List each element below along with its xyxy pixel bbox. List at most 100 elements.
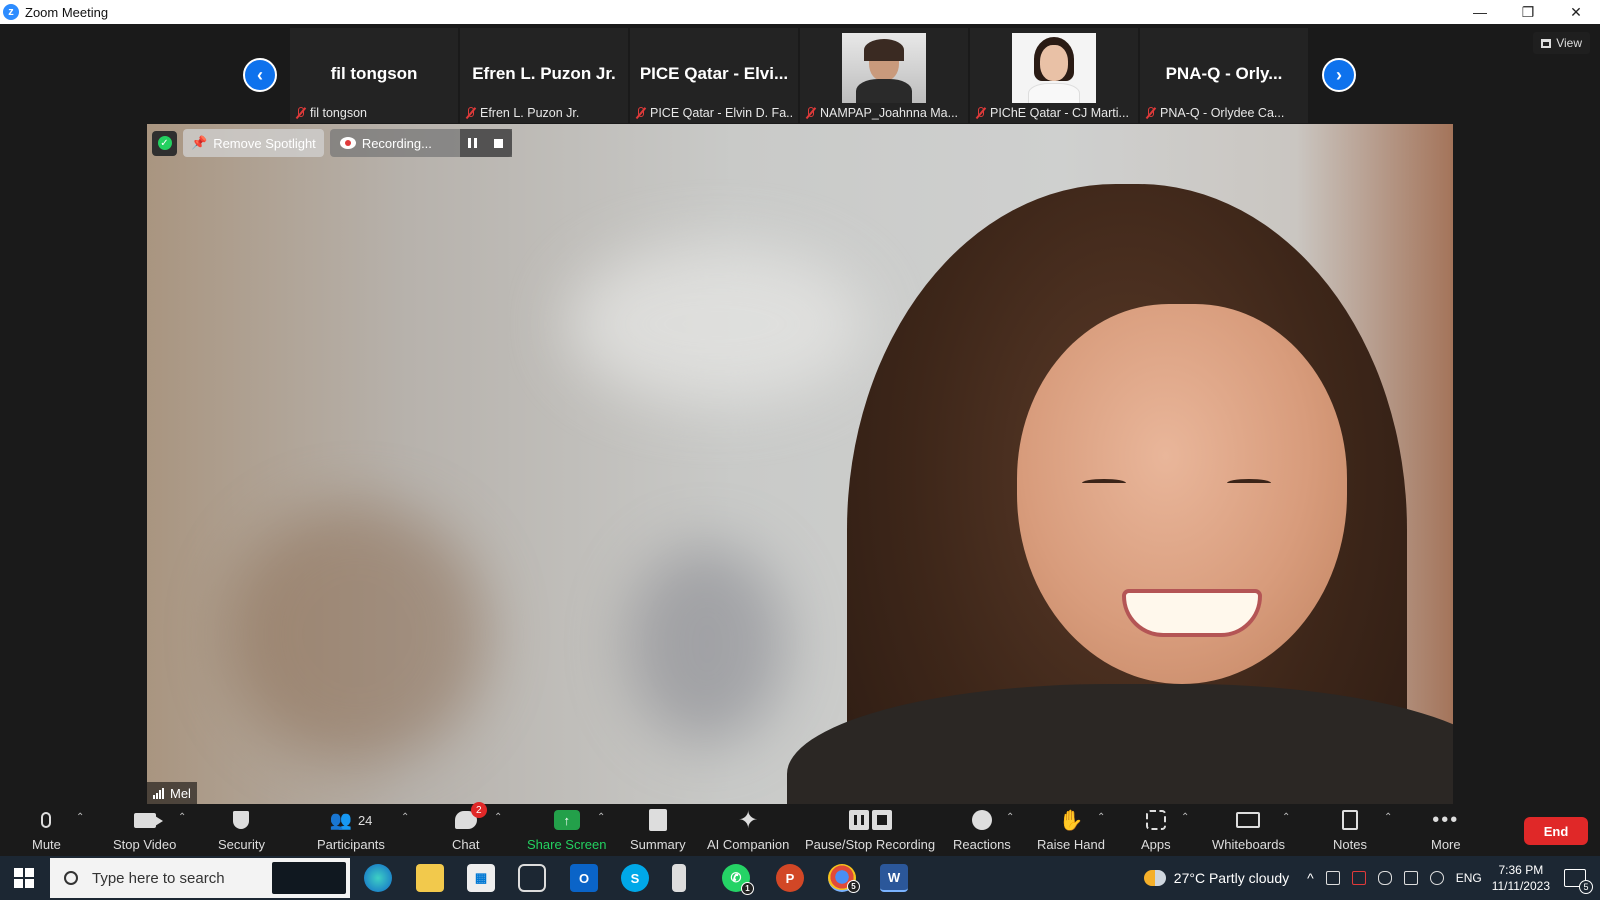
apps-icon — [1145, 810, 1166, 830]
word-icon[interactable]: W — [880, 864, 908, 892]
more-button[interactable]: ••• More — [1431, 808, 1461, 853]
edge-browser-icon[interactable] — [364, 864, 392, 892]
participant-display-name: Efren L. Puzon Jr. — [472, 64, 616, 83]
pin-icon: 📌 — [191, 135, 208, 150]
package-app-icon[interactable] — [518, 864, 546, 892]
shield-icon — [233, 811, 250, 829]
taskbar-search-box[interactable]: Type here to search — [50, 858, 350, 898]
mute-button[interactable]: Mute — [32, 808, 61, 852]
summary-button[interactable]: Summary — [630, 808, 686, 852]
meeting-toolbar: Mute ⌃ Stop Video ⌃ Security 👥 24 Partici… — [0, 802, 1600, 856]
chat-button[interactable]: 2 Chat — [452, 802, 487, 852]
powerpoint-icon[interactable]: P — [776, 864, 804, 892]
share-options-caret[interactable]: ⌃ — [597, 812, 605, 823]
video-options-caret[interactable]: ⌃ — [178, 812, 186, 823]
meeting-stage: View ‹ › fil tongson fil tongson Efren L… — [0, 24, 1600, 804]
chevron-up-icon[interactable]: ^ — [1307, 870, 1314, 886]
apps-button[interactable]: Apps — [1141, 808, 1171, 852]
participant-video-thumbnail — [1012, 33, 1096, 103]
stop-recording-button[interactable] — [485, 129, 512, 157]
remove-spotlight-label: Remove Spotlight — [213, 135, 316, 151]
participant-name: Efren L. Puzon Jr. — [480, 106, 580, 120]
raise-hand-button[interactable]: ✋ Raise Hand — [1037, 808, 1105, 853]
zoom-logo-icon: z — [3, 4, 19, 20]
participant-name: PNA-Q - Orlydee Ca... — [1160, 106, 1285, 120]
restore-button[interactable]: ❐ — [1504, 0, 1552, 24]
notes-options-caret[interactable]: ⌃ — [1384, 812, 1392, 823]
participant-tile[interactable]: PIChE Qatar - CJ Marti... — [970, 28, 1138, 123]
view-button-label: View — [1556, 36, 1582, 50]
security-button[interactable]: Security — [218, 808, 265, 852]
participants-button[interactable]: 👥 24 Participants — [317, 808, 385, 853]
meet-now-icon[interactable] — [1325, 871, 1340, 885]
battery-icon[interactable] — [1403, 871, 1418, 885]
share-screen-icon: ↑ — [553, 810, 580, 830]
skype-icon[interactable]: S — [621, 864, 649, 892]
speaker-name: Mel — [170, 785, 191, 801]
participant-tile[interactable]: fil tongson fil tongson — [290, 28, 458, 123]
chrome-browser-icon[interactable]: 5 — [828, 864, 860, 893]
windows-taskbar: Type here to search ▦ O S ✆ 1 P 5 W 27°C … — [0, 856, 1600, 900]
stop-icon — [494, 138, 504, 148]
taskbar-clock[interactable]: 7:36 PM 11/11/2023 — [1492, 862, 1550, 894]
reactions-button[interactable]: Reactions — [953, 808, 1011, 852]
window-controls: — ❐ ✕ — [1456, 0, 1600, 24]
whiteboards-button[interactable]: Whiteboards — [1212, 808, 1285, 852]
participants-options-caret[interactable]: ⌃ — [401, 812, 409, 823]
notes-button[interactable]: Notes — [1333, 808, 1367, 852]
participant-tile[interactable]: NAMPAP_Joahnna Ma... — [800, 28, 968, 123]
participants-count: 24 — [357, 812, 373, 828]
chat-options-caret[interactable]: ⌃ — [494, 812, 502, 823]
notes-icon — [1341, 810, 1358, 830]
speaker-name-tag: Mel — [147, 782, 197, 804]
system-tray: 27°C Partly cloudy ^ ENG 7:36 PM 11/11/2… — [1143, 856, 1600, 900]
notification-count: 5 — [1579, 880, 1593, 894]
whiteboards-options-caret[interactable]: ⌃ — [1282, 812, 1290, 823]
muted-mic-icon — [634, 107, 646, 119]
microsoft-store-icon[interactable]: ▦ — [467, 864, 495, 892]
volume-icon[interactable] — [1429, 871, 1444, 885]
participant-name: NAMPAP_Joahnna Ma... — [820, 106, 959, 120]
outlook-icon[interactable]: O — [570, 864, 598, 892]
microphone-tray-icon[interactable] — [1377, 871, 1392, 885]
raise-hand-options-caret[interactable]: ⌃ — [1097, 812, 1105, 823]
close-button[interactable]: ✕ — [1552, 0, 1600, 24]
participant-strip: fil tongson fil tongson Efren L. Puzon J… — [290, 28, 1308, 123]
more-dots-icon: ••• — [1432, 808, 1460, 831]
participant-name: fil tongson — [310, 106, 367, 120]
view-button[interactable]: View — [1533, 32, 1590, 54]
participant-tile[interactable]: Efren L. Puzon Jr. Efren L. Puzon Jr. — [460, 28, 628, 123]
encryption-shield-icon[interactable]: ✓ — [152, 130, 177, 156]
end-meeting-button[interactable]: End — [1524, 817, 1588, 845]
prev-page-button[interactable]: ‹ — [243, 58, 277, 92]
file-explorer-icon[interactable] — [416, 864, 444, 892]
pause-recording-button[interactable] — [459, 129, 486, 157]
sparkle-icon: ✦ — [738, 806, 759, 834]
summary-icon — [648, 809, 667, 831]
remove-spotlight-button[interactable]: 📌 Remove Spotlight — [183, 129, 324, 157]
pause-stop-icon — [848, 810, 892, 830]
minimize-button[interactable]: — — [1456, 0, 1504, 24]
whatsapp-icon[interactable]: ✆ 1 — [722, 864, 754, 895]
ai-companion-button[interactable]: ✦ AI Companion — [707, 806, 789, 853]
whiteboard-icon — [1236, 812, 1261, 828]
apps-options-caret[interactable]: ⌃ — [1181, 812, 1189, 823]
language-indicator[interactable]: ENG — [1456, 871, 1482, 885]
stop-video-button[interactable]: Stop Video — [113, 808, 176, 852]
participant-display-name: PICE Qatar - Elvi... — [639, 64, 789, 83]
microphone-icon — [41, 812, 52, 828]
share-screen-button[interactable]: ↑ Share Screen — [527, 808, 607, 852]
network-status-icon[interactable] — [1351, 871, 1366, 885]
weather-text: 27°C Partly cloudy — [1173, 870, 1290, 886]
usb-device-icon[interactable] — [672, 864, 686, 892]
windows-start-icon[interactable] — [14, 868, 34, 888]
audio-options-caret[interactable]: ⌃ — [76, 812, 84, 823]
next-page-button[interactable]: › — [1322, 58, 1356, 92]
reactions-options-caret[interactable]: ⌃ — [1006, 812, 1014, 823]
participant-tile[interactable]: PICE Qatar - Elvi... PICE Qatar - Elvin … — [630, 28, 798, 123]
participant-tile[interactable]: PNA-Q - Orly... PNA-Q - Orlydee Ca... — [1140, 28, 1308, 123]
muted-mic-icon — [974, 107, 986, 119]
pause-stop-recording-button[interactable]: Pause/Stop Recording — [805, 808, 935, 852]
weather-widget[interactable]: 27°C Partly cloudy — [1143, 870, 1290, 886]
notification-center-icon[interactable]: 5 — [1564, 869, 1593, 894]
